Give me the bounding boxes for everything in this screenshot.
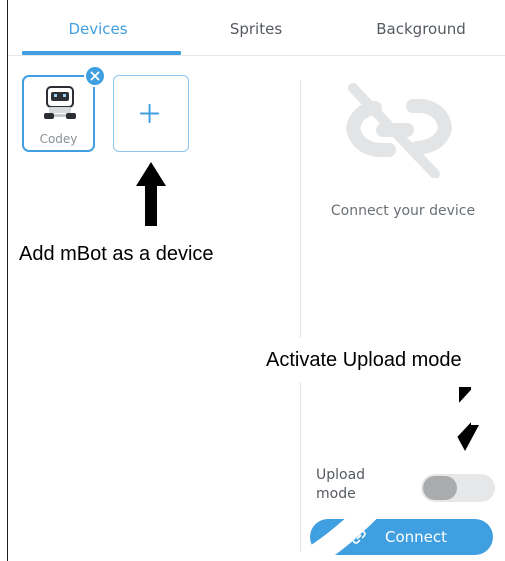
tab-sprites[interactable]: Sprites bbox=[176, 18, 336, 42]
panel-edge bbox=[7, 0, 8, 561]
tab-background[interactable]: Background bbox=[346, 18, 496, 42]
close-icon[interactable] bbox=[84, 65, 106, 87]
disconnected-link-icon bbox=[346, 83, 452, 178]
active-tab-indicator bbox=[22, 51, 181, 55]
annotation-stroke bbox=[300, 360, 505, 561]
annotation-add-device: Add mBot as a device bbox=[19, 243, 214, 265]
arrow-up-icon bbox=[136, 162, 166, 226]
robot-icon bbox=[44, 86, 76, 119]
device-card-codey[interactable]: Codey bbox=[22, 75, 95, 152]
tab-bar: Devices Sprites Background bbox=[8, 0, 505, 56]
connect-device-message: Connect your device bbox=[330, 203, 476, 219]
device-name-label: Codey bbox=[39, 132, 78, 146]
add-device-button[interactable] bbox=[113, 75, 189, 152]
device-panel: Devices Sprites Background Codey Connect… bbox=[0, 0, 505, 561]
plus-icon bbox=[139, 103, 160, 124]
column-divider bbox=[300, 80, 301, 338]
tab-devices[interactable]: Devices bbox=[23, 18, 173, 42]
